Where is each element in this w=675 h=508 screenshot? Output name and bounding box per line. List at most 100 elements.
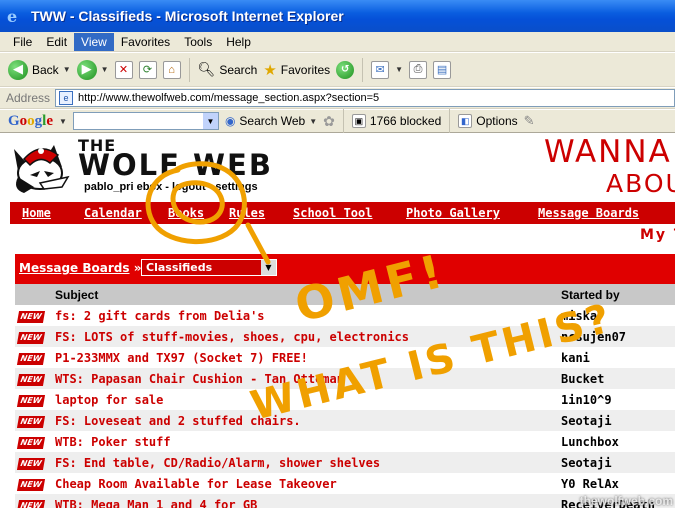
toolbar-separator: [188, 57, 190, 82]
started-by-column-header[interactable]: Started by: [561, 284, 675, 305]
google-logo[interactable]: Google: [8, 113, 53, 130]
popup-blocker-icon: ▣: [351, 114, 366, 128]
thread-author[interactable]: 1in10^9: [561, 389, 675, 410]
thread-subject[interactable]: WTS: Papasan Chair Cushion - Tan Ottoman: [55, 368, 561, 389]
wolf-logo-icon[interactable]: [10, 137, 80, 195]
user-links[interactable]: ebox - logout - settings: [137, 181, 258, 193]
options-label: Options: [476, 114, 518, 128]
table-row[interactable]: NEW Cheap Room Available for Lease Takeo…: [15, 473, 675, 494]
table-row[interactable]: NEW FS: End table, CD/Radio/Alarm, showe…: [15, 452, 675, 473]
search-web-dropdown-icon[interactable]: ▼: [309, 117, 317, 126]
window-titlebar[interactable]: e TWW - Classifieds - Microsoft Internet…: [0, 0, 675, 32]
thread-subject[interactable]: FS: End table, CD/Radio/Alarm, shower sh…: [55, 452, 561, 473]
thread-subject[interactable]: WTB: Mega Man 1 and 4 for GB: [55, 494, 561, 508]
thread-author[interactable]: ncsujen07: [561, 326, 675, 347]
thread-author[interactable]: Y0 RelAx: [561, 473, 675, 494]
new-badge-icon: NEW: [16, 458, 46, 470]
thread-subject[interactable]: FS: Loveseat and 2 stuffed chairs.: [55, 410, 561, 431]
nav-home[interactable]: Home: [22, 206, 51, 220]
thread-subject[interactable]: FS: LOTS of stuff-movies, shoes, cpu, el…: [55, 326, 561, 347]
toolbar-separator: [342, 109, 344, 133]
thread-table: Subject Started by NEW fs: 2 gift cards …: [15, 284, 675, 508]
table-row[interactable]: NEW FS: Loveseat and 2 stuffed chairs. S…: [15, 410, 675, 431]
menu-bar: File Edit View Favorites Tools Help: [0, 32, 675, 52]
refresh-icon[interactable]: ⟳: [138, 60, 157, 79]
mail-icon[interactable]: ✉: [371, 60, 390, 79]
address-input[interactable]: e http://www.thewolfweb.com/message_sect…: [55, 89, 675, 107]
table-row[interactable]: NEW WTB: Poker stuff Lunchbox: [15, 431, 675, 452]
mail-dropdown-icon[interactable]: ▼: [395, 65, 403, 74]
table-row[interactable]: NEW P1-233MMX and TX97 (Socket 7) FREE! …: [15, 347, 675, 368]
back-dropdown-icon[interactable]: ▼: [63, 65, 71, 74]
user-bar: pablo_pri ebox - logout - settings: [84, 181, 258, 193]
thread-author[interactable]: miska: [561, 305, 675, 326]
menu-help[interactable]: Help: [219, 33, 258, 51]
edit-page-icon[interactable]: ▤: [433, 60, 452, 79]
google-search-input[interactable]: ▼: [72, 112, 219, 130]
site-wordmark[interactable]: Wolf Web: [78, 148, 273, 182]
nav-calendar[interactable]: Calendar: [84, 206, 142, 220]
breadcrumb: Message Boards »: [19, 261, 141, 275]
nav-rules[interactable]: Rules: [229, 206, 265, 220]
options-button[interactable]: ◧ Options: [458, 114, 518, 128]
forward-dropdown-icon[interactable]: ▼: [101, 65, 109, 74]
thread-table-header: Subject Started by: [15, 284, 675, 305]
table-row[interactable]: NEW laptop for sale 1in10^9: [15, 389, 675, 410]
nav-books[interactable]: Books: [168, 206, 204, 220]
popup-blocked-count: 1766 blocked: [369, 114, 442, 128]
thread-subject[interactable]: laptop for sale: [55, 389, 561, 410]
menu-view[interactable]: View: [74, 32, 114, 51]
print-icon[interactable]: ⎙: [409, 60, 428, 79]
site-nav-bar: Home Calendar Books Rules School Tool Ph…: [10, 202, 675, 224]
search-web-button[interactable]: ◉ Search Web ▼: [225, 114, 317, 128]
history-icon[interactable]: ↺: [336, 60, 355, 79]
pagerank-icon[interactable]: ✿: [323, 113, 335, 130]
username[interactable]: pablo_pri: [84, 181, 134, 193]
nav-photo-gallery[interactable]: Photo Gallery: [406, 206, 500, 220]
new-badge-icon: NEW: [16, 332, 46, 344]
menu-edit[interactable]: Edit: [39, 33, 74, 51]
table-row[interactable]: NEW WTB: Mega Man 1 and 4 for GB Receive…: [15, 494, 675, 508]
table-row[interactable]: NEW fs: 2 gift cards from Delia's miska: [15, 305, 675, 326]
address-url: http://www.thewolfweb.com/message_sectio…: [78, 92, 380, 104]
thread-author[interactable]: Seotaji: [561, 410, 675, 431]
table-row[interactable]: NEW WTS: Papasan Chair Cushion - Tan Ott…: [15, 368, 675, 389]
forward-button[interactable]: ▶ ▼: [76, 59, 109, 80]
thread-author[interactable]: Bucket: [561, 368, 675, 389]
table-row[interactable]: NEW FS: LOTS of stuff-movies, shoes, cpu…: [15, 326, 675, 347]
popup-blocker-button[interactable]: ▣ 1766 blocked: [351, 114, 442, 128]
menu-file[interactable]: File: [6, 33, 39, 51]
menu-favorites[interactable]: Favorites: [114, 33, 177, 51]
new-badge-icon: NEW: [16, 374, 46, 386]
stop-icon[interactable]: ✕: [114, 60, 133, 79]
google-search-dropdown-icon[interactable]: ▼: [202, 113, 218, 129]
thread-author[interactable]: Lunchbox: [561, 431, 675, 452]
ad-banner-line1[interactable]: Wanna: [544, 134, 672, 170]
menu-tools[interactable]: Tools: [177, 33, 219, 51]
search-label: Search: [219, 62, 258, 77]
search-button[interactable]: 🔍︎ Search: [198, 61, 258, 78]
nav-school-tool[interactable]: School Tool: [293, 206, 372, 220]
nav-message-boards[interactable]: Message Boards: [538, 206, 639, 220]
favorites-button[interactable]: ★ Favorites: [263, 61, 330, 79]
breadcrumb-message-boards[interactable]: Message Boards: [19, 261, 130, 275]
chevron-down-icon[interactable]: ▼: [261, 260, 276, 275]
section-select[interactable]: Classifieds ▼: [141, 259, 277, 276]
new-badge-icon: NEW: [16, 437, 46, 449]
new-badge-icon: NEW: [16, 500, 46, 508]
thread-subject[interactable]: Cheap Room Available for Lease Takeover: [55, 473, 561, 494]
highlight-pen-icon[interactable]: ✎: [524, 113, 535, 129]
subject-column-header[interactable]: Subject: [55, 284, 561, 305]
thread-author[interactable]: Seotaji: [561, 452, 675, 473]
new-badge-icon: NEW: [16, 311, 46, 323]
thread-subject[interactable]: WTB: Poker stuff: [55, 431, 561, 452]
back-button[interactable]: ◀ Back ▼: [8, 59, 71, 80]
ad-banner-line2[interactable]: Abou: [606, 169, 675, 198]
thread-author[interactable]: kani: [561, 347, 675, 368]
search-web-icon: ◉: [224, 114, 236, 128]
thread-subject[interactable]: fs: 2 gift cards from Delia's: [55, 305, 561, 326]
home-icon[interactable]: ⌂: [162, 60, 181, 79]
thread-subject[interactable]: P1-233MMX and TX97 (Socket 7) FREE!: [55, 347, 561, 368]
window-title: TWW - Classifieds - Microsoft Internet E…: [31, 8, 344, 24]
google-dropdown-icon[interactable]: ▼: [59, 117, 67, 126]
